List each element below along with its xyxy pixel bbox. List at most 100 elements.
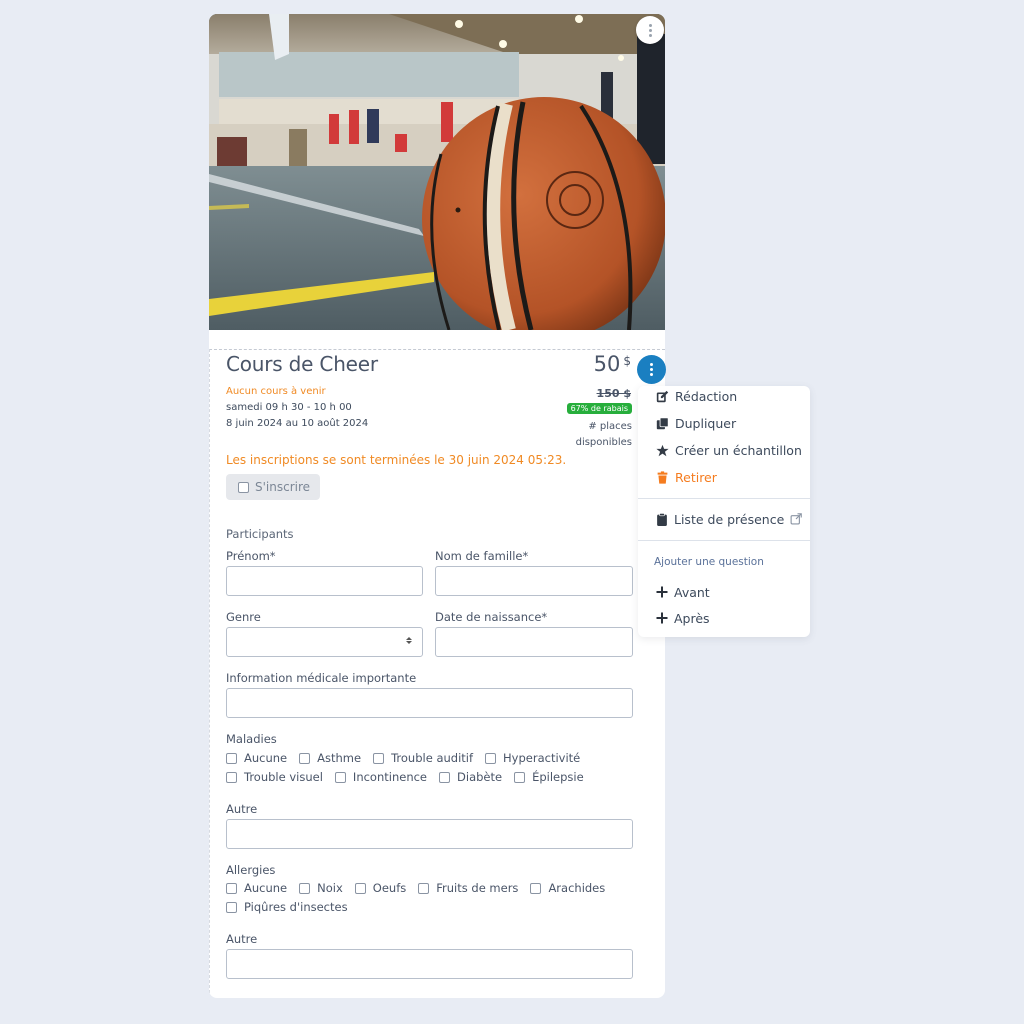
upcoming-status: Aucun cours à venir [226,386,326,397]
option-label: Épilepsie [532,770,584,784]
allergy-option[interactable]: Fruits de mers [418,881,518,895]
menu-item-add-after[interactable]: Après [656,608,710,628]
registration-closed-message: Les inscriptions se sont terminées le 30… [226,453,567,467]
checkbox[interactable] [334,771,346,783]
option-label: Trouble visuel [244,770,323,784]
disease-option[interactable]: Incontinence [334,770,428,784]
disease-option[interactable]: Hyperactivité [485,751,580,765]
medical-info-label: Information médicale importante [226,671,417,685]
places-label: # places [588,421,632,432]
birthdate-label: Date de naissance* [435,610,548,624]
schedule-dates: 8 juin 2024 au 10 août 2024 [226,418,369,429]
checkbox[interactable] [299,882,311,894]
menu-item-create-template[interactable]: Créer un échantillon [656,440,802,460]
image-options-button[interactable] [636,16,664,44]
menu-item-label: Après [674,610,710,626]
allergies-other-input[interactable] [226,949,633,979]
allergy-option[interactable]: Noix [299,881,343,895]
diseases-other-label: Autre [226,802,258,816]
diseases-label: Maladies [226,732,277,746]
gender-select[interactable] [226,627,423,657]
option-label: Incontinence [352,770,428,784]
menu-item-attendance-list[interactable]: Liste de présence [656,509,803,529]
checkbox[interactable] [514,771,526,783]
option-label: Aucune [244,881,288,895]
menu-item-label: Avant [674,584,710,600]
disease-option[interactable]: Asthme [299,751,361,765]
allergy-option[interactable]: Oeufs [354,881,407,895]
option-label: Diabète [457,770,503,784]
last-name-input[interactable] [435,566,633,596]
places-available-label: disponibles [575,437,632,448]
select-arrows-icon [406,637,412,644]
course-options-menu: Rédaction Dupliquer Créer un échantillon… [638,386,810,637]
course-options-button[interactable] [637,355,666,384]
plus-icon [656,586,668,598]
disease-option[interactable]: Trouble auditif [373,751,473,765]
allergy-option[interactable]: Piqûres d'insectes [226,900,348,914]
copy-icon [656,416,669,429]
checkbox[interactable] [373,752,385,764]
menu-divider [638,540,810,541]
star-icon [656,444,669,456]
option-label: Asthme [317,751,362,765]
discount-badge: 67% de rabais [566,403,632,414]
option-label: Hyperactivité [503,751,581,765]
allergies-other-label: Autre [226,932,258,946]
signup-label: S'inscrire [255,480,311,494]
course-price: 50 $ [594,352,631,376]
course-card: Cours de Cheer 50 $ Aucun cours à venir s… [209,14,665,998]
diseases-row-1: Aucune Asthme Trouble auditif Hyperactiv… [226,751,592,765]
allergies-row-1: Aucune Noix Oeufs Fruits de mers Arachid… [226,881,617,895]
disease-option[interactable]: Diabète [439,770,502,784]
course-details: Cours de Cheer 50 $ Aucun cours à venir s… [209,349,665,998]
last-name-label: Nom de famille* [435,549,529,563]
option-label: Fruits de mers [436,881,519,895]
menu-item-label: Liste de présence [674,511,785,527]
available-places: # places disponibles [576,419,632,451]
disease-option[interactable]: Aucune [226,751,287,765]
checkbox[interactable] [299,752,311,764]
menu-divider [638,498,810,499]
plus-icon [656,612,668,624]
checkbox[interactable] [226,771,237,783]
original-price: 150 $ [596,387,631,400]
first-name-input[interactable] [226,566,423,596]
menu-item-edit[interactable]: Rédaction [656,386,737,406]
checkbox[interactable] [530,882,542,894]
edit-icon [656,390,669,402]
disease-option[interactable]: Trouble visuel [226,770,323,784]
birthdate-input[interactable] [435,627,633,657]
checkbox[interactable] [354,882,366,894]
menu-item-add-before[interactable]: Avant [656,582,710,602]
price-currency: $ [623,354,631,368]
add-question-header: Ajouter une question [654,556,764,568]
gender-label: Genre [226,610,261,624]
signup-checkbox[interactable] [238,481,249,493]
option-label: Noix [317,881,343,895]
schedule-time: samedi 09 h 30 - 10 h 00 [226,402,352,413]
menu-item-remove[interactable]: Retirer [656,467,717,487]
option-label: Oeufs [372,881,407,895]
checkbox[interactable] [226,752,237,764]
clipboard-icon [657,512,667,526]
option-label: Arachides [548,881,606,895]
vertical-dots-icon [650,363,653,376]
allergy-option[interactable]: Aucune [226,881,287,895]
checkbox[interactable] [485,752,497,764]
menu-item-duplicate[interactable]: Dupliquer [656,413,736,433]
checkbox[interactable] [439,771,451,783]
vertical-dots-icon [648,23,652,37]
allergy-option[interactable]: Arachides [530,881,605,895]
checkbox[interactable] [418,882,430,894]
diseases-other-input[interactable] [226,819,633,849]
option-label: Trouble auditif [391,751,474,765]
checkbox[interactable] [226,901,237,913]
option-label: Aucune [244,751,288,765]
disease-option[interactable]: Épilepsie [514,770,584,784]
trash-icon [657,470,668,484]
medical-info-input[interactable] [226,688,633,718]
checkbox[interactable] [226,882,237,894]
course-image [209,14,665,330]
signup-button[interactable]: S'inscrire [226,474,320,500]
